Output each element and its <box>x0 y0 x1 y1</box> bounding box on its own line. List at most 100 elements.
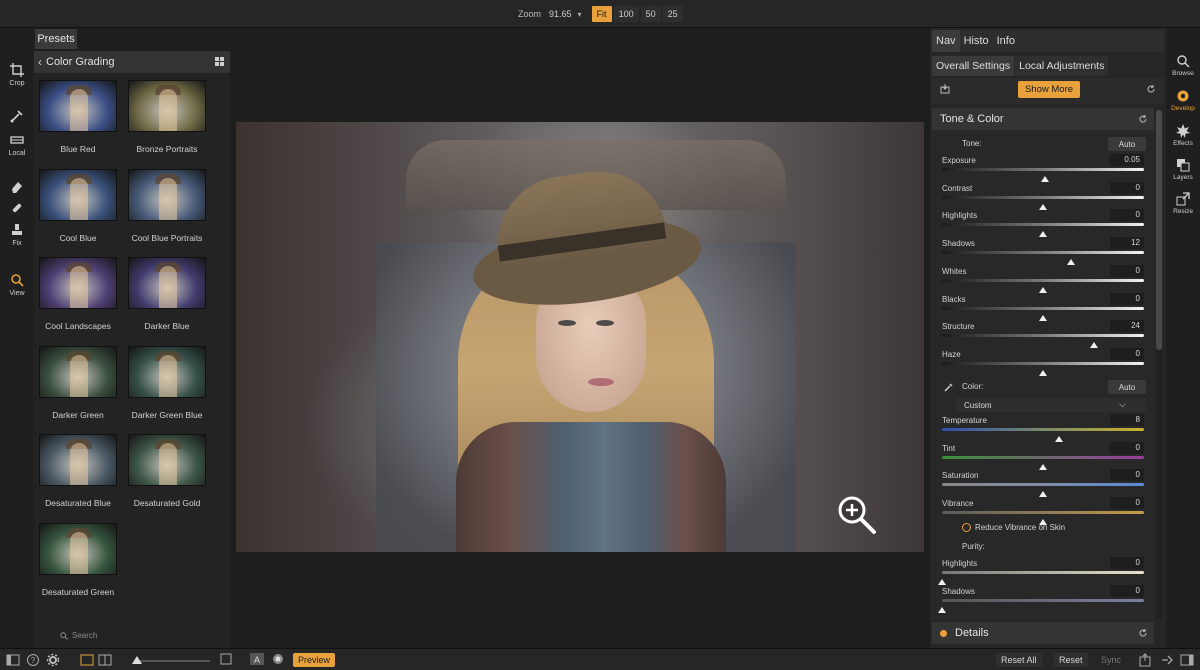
slider-value-field[interactable]: 0 <box>1110 469 1144 482</box>
panel-toggle-icon[interactable] <box>1180 653 1194 667</box>
slider-handle[interactable] <box>1039 369 1047 376</box>
share-icon[interactable] <box>1138 653 1152 667</box>
tone-auto-button[interactable]: Auto <box>1108 137 1146 151</box>
preset-thumbnail[interactable]: Blue Red <box>34 80 122 154</box>
export-icon[interactable] <box>1160 653 1174 667</box>
local-tool[interactable]: Local <box>0 132 34 157</box>
view-tool[interactable]: View <box>0 272 34 297</box>
crop-tool[interactable]: Crop <box>0 62 34 87</box>
preset-search[interactable]: Search <box>60 631 97 640</box>
slider-handle[interactable] <box>1039 314 1047 321</box>
preset-thumbnail[interactable]: Cool Blue <box>34 168 122 243</box>
preview-button[interactable]: Preview <box>293 653 336 667</box>
slider-value-field[interactable]: 0 <box>1110 584 1144 597</box>
adjustment-slider[interactable] <box>942 428 1144 431</box>
slider-value-field[interactable]: 0 <box>1110 264 1144 277</box>
adjustment-slider[interactable] <box>942 455 1144 459</box>
slider-value-field[interactable]: 24 <box>1110 320 1144 333</box>
panel-scrollbar[interactable] <box>1156 110 1162 620</box>
module-browse[interactable]: Browse <box>1166 54 1200 77</box>
preset-thumbnail[interactable]: Cool Blue Portraits <box>123 168 211 243</box>
chevron-down-icon[interactable]: ▾ <box>578 10 582 19</box>
preset-thumbnail[interactable]: Darker Green Blue <box>123 345 211 420</box>
sidebar-toggle-icon[interactable] <box>6 653 20 667</box>
chevron-left-icon[interactable]: ‹ <box>38 55 42 69</box>
tab-histo[interactable]: Histo <box>960 30 993 52</box>
adjustment-slider[interactable] <box>942 334 1144 338</box>
preset-thumbnail[interactable]: Darker Green <box>34 345 122 420</box>
adjustment-slider[interactable] <box>942 570 1144 574</box>
preset-thumbnail[interactable]: Desaturated Green <box>34 522 122 597</box>
adjustment-slider[interactable] <box>942 361 1144 365</box>
fix-tool[interactable]: Fix <box>0 222 34 247</box>
slider-handle[interactable] <box>1039 463 1047 470</box>
adjustment-slider[interactable] <box>942 168 1144 171</box>
zoom-50-button[interactable]: 50 <box>640 6 661 22</box>
module-resize[interactable]: Resize <box>1166 192 1200 215</box>
color-mode-select[interactable]: Custom ⌵ <box>956 398 1146 412</box>
adjustment-slider[interactable] <box>942 511 1144 515</box>
slider-value-field[interactable]: 0 <box>1110 209 1144 222</box>
save-preset-icon[interactable] <box>940 84 950 94</box>
show-more-button[interactable]: Show More <box>1018 81 1080 98</box>
preset-thumbnail[interactable]: Bronze Portraits <box>123 80 211 154</box>
sync-button[interactable]: Sync <box>1096 653 1126 667</box>
compare-view-icon[interactable] <box>98 653 112 667</box>
slider-handle[interactable] <box>1039 203 1047 210</box>
zoom-value[interactable]: 91.65 <box>549 9 572 19</box>
preset-thumbnail[interactable]: Cool Landscapes <box>34 257 122 331</box>
mask-overlay-icon[interactable] <box>272 653 284 665</box>
slider-handle[interactable] <box>1039 286 1047 293</box>
reset-icon[interactable] <box>1146 84 1156 94</box>
module-effects[interactable]: Effects <box>1166 124 1200 147</box>
adjustment-slider[interactable] <box>942 223 1144 227</box>
adjustment-slider[interactable] <box>942 195 1144 199</box>
module-layers[interactable]: Layers <box>1166 158 1200 181</box>
slider-handle[interactable] <box>1067 259 1076 266</box>
zoom-fit-button[interactable]: Fit <box>591 6 612 22</box>
tab-presets[interactable]: Presets <box>35 29 77 49</box>
reset-button[interactable]: Reset <box>1054 653 1088 667</box>
slider-handle[interactable] <box>1055 436 1064 442</box>
tone-color-header[interactable]: Tone & Color <box>932 108 1154 130</box>
slider-value-field[interactable]: 12 <box>1110 237 1144 250</box>
preset-thumbnail[interactable]: Darker Blue <box>123 257 211 331</box>
slider-value-field[interactable]: 8 <box>1110 414 1144 426</box>
tab-nav[interactable]: Nav <box>932 30 960 52</box>
thumbnail-size-slider[interactable] <box>134 660 210 662</box>
slider-handle[interactable] <box>1089 342 1098 349</box>
slider-handle[interactable] <box>1039 491 1047 498</box>
slider-knob-icon[interactable] <box>132 656 142 664</box>
mask-a-icon[interactable]: A <box>250 653 264 665</box>
help-icon[interactable]: ? <box>26 653 40 667</box>
image-canvas[interactable] <box>230 28 930 648</box>
slider-value-field[interactable]: 0 <box>1110 292 1144 305</box>
eyedropper-icon[interactable] <box>944 382 954 392</box>
slider-value-field[interactable]: 0.05 <box>1110 154 1144 166</box>
preset-thumbnail[interactable]: Desaturated Gold <box>123 434 211 508</box>
adjustment-slider[interactable] <box>942 598 1144 602</box>
tab-overall-settings[interactable]: Overall Settings <box>932 56 1015 76</box>
tab-local-adjustments[interactable]: Local Adjustments <box>1015 56 1109 76</box>
grid-view-icon[interactable] <box>215 57 224 66</box>
slider-value-field[interactable]: 0 <box>1110 347 1144 360</box>
slider-handle[interactable] <box>1039 231 1047 238</box>
large-thumbnail-icon[interactable] <box>220 653 232 665</box>
single-view-icon[interactable] <box>80 653 94 667</box>
slider-value-field[interactable]: 0 <box>1110 181 1144 194</box>
tab-info[interactable]: Info <box>993 30 1019 52</box>
zoom-25-button[interactable]: 25 <box>662 6 683 22</box>
module-develop[interactable]: Develop <box>1166 89 1200 112</box>
brush-tool[interactable] <box>0 108 34 126</box>
fix-brush-tool[interactable] <box>0 200 34 218</box>
eraser-tool[interactable] <box>0 178 34 196</box>
adjustment-slider[interactable] <box>942 306 1144 310</box>
slider-value-field[interactable]: 0 <box>1110 441 1144 454</box>
photo-preview[interactable] <box>236 122 924 552</box>
slider-value-field[interactable]: 0 <box>1110 497 1144 510</box>
reset-icon[interactable] <box>1138 114 1148 124</box>
zoom-100-button[interactable]: 100 <box>613 6 639 22</box>
reduce-vibrance-toggle[interactable]: Reduce Vibrance on Skin <box>962 522 1065 532</box>
adjustment-slider[interactable] <box>942 483 1144 487</box>
slider-value-field[interactable]: 0 <box>1110 556 1144 569</box>
